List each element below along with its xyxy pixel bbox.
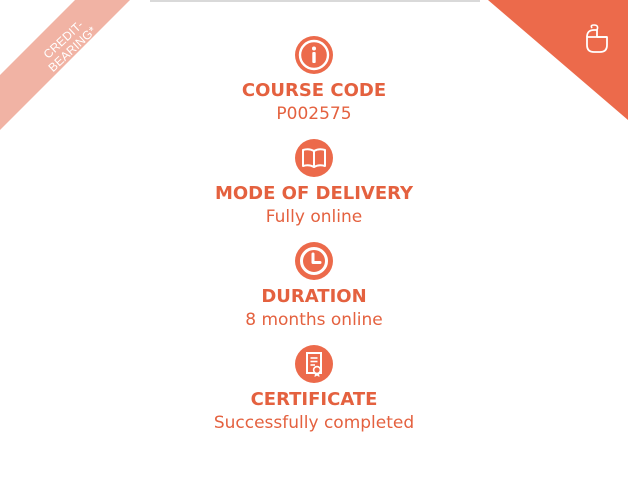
- duration-item: DURATION 8 months online: [0, 242, 628, 331]
- clock-icon: [295, 242, 333, 280]
- certificate-label: CERTIFICATE: [250, 389, 378, 410]
- mode-of-delivery-label: MODE OF DELIVERY: [214, 183, 414, 204]
- course-info-card: CREDIT- BEARING* COURSE CODE P002575 MOD…: [0, 0, 628, 485]
- info-icon: [295, 36, 333, 74]
- mode-of-delivery-value: Fully online: [265, 207, 363, 227]
- certificate-icon: [295, 345, 333, 383]
- top-divider: [150, 0, 480, 2]
- duration-value: 8 months online: [245, 310, 383, 330]
- course-code-label: COURSE CODE: [241, 80, 387, 101]
- duration-label: DURATION: [261, 286, 367, 307]
- book-icon: [295, 139, 333, 177]
- certificate-value: Successfully completed: [213, 413, 415, 433]
- mode-of-delivery-item: MODE OF DELIVERY Fully online: [0, 139, 628, 228]
- course-code-item: COURSE CODE P002575: [0, 36, 628, 125]
- certificate-item: CERTIFICATE Successfully completed: [0, 345, 628, 434]
- course-code-value: P002575: [276, 104, 352, 124]
- course-details: COURSE CODE P002575 MODE OF DELIVERY Ful…: [0, 36, 628, 434]
